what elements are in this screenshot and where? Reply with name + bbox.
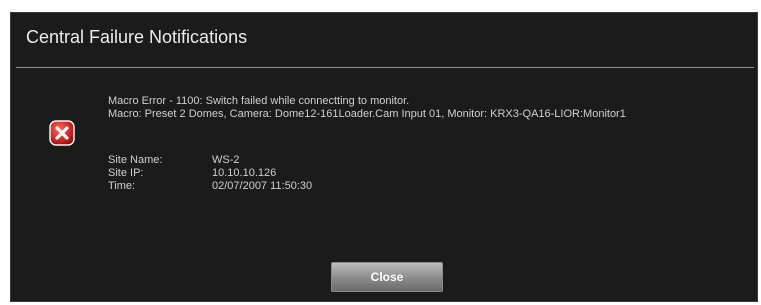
failure-notification-dialog: Central Failure Notifications Macro Erro… [10,12,758,302]
site-ip-label: Site IP: [108,167,144,179]
error-x-icon [49,120,75,146]
time-label: Time: [108,180,136,192]
close-button[interactable]: Close [331,262,443,292]
time-value: 02/07/2007 11:50:30 [212,180,313,192]
title-divider [16,67,754,68]
site-ip-value: 10.10.10.126 [212,167,277,179]
error-message: Macro Error - 1100: Switch failed while … [108,95,410,107]
site-name-value: WS-2 [212,154,240,166]
site-name-label: Site Name: [108,154,163,166]
error-details: Macro: Preset 2 Domes, Camera: Dome12-16… [108,108,626,120]
dialog-title: Central Failure Notifications [26,27,248,47]
